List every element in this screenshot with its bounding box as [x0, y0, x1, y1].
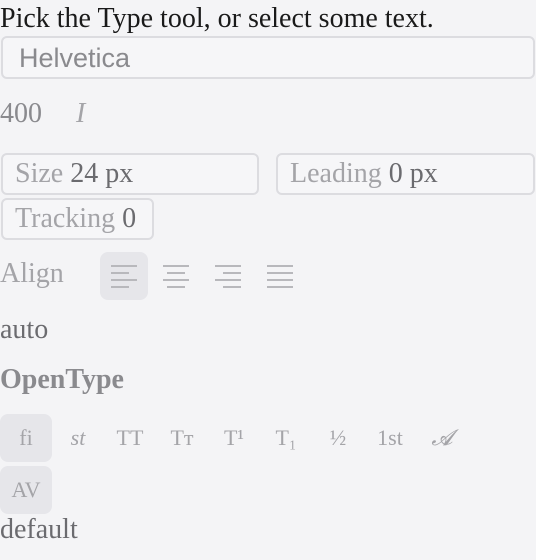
ordinals-button[interactable]: 1st	[364, 414, 416, 462]
tracking-label: Tracking	[15, 203, 116, 234]
align-label: Align	[0, 258, 64, 289]
size-label: Size	[15, 158, 64, 189]
align-justify-button[interactable]	[256, 252, 304, 300]
opentype-features-row2: AV	[0, 466, 52, 514]
align-left-icon	[111, 264, 137, 288]
small-caps-button[interactable]: Tт	[156, 414, 208, 462]
opentype-heading: OpenType	[0, 364, 124, 395]
swash-button[interactable]: 𝓐	[416, 414, 468, 462]
size-value[interactable]: 24 px	[70, 158, 133, 189]
align-center-icon	[163, 264, 189, 288]
fractions-button[interactable]: ½	[312, 414, 364, 462]
subscript-button[interactable]: T₁	[260, 414, 312, 462]
hyphenation-value[interactable]: auto	[0, 314, 48, 346]
leading-label: Leading	[290, 158, 382, 189]
font-family-field[interactable]: Helvetica	[1, 36, 535, 79]
tracking-value[interactable]: 0	[122, 203, 136, 234]
align-right-icon	[215, 264, 241, 288]
discretionary-ligatures-button[interactable]: st	[52, 414, 104, 462]
align-buttons	[100, 252, 304, 300]
all-caps-button[interactable]: TT	[104, 414, 156, 462]
tracking-field[interactable]: Tracking 0	[1, 198, 154, 240]
opentype-features-row1: fi st TT Tт T¹ T₁ ½ 1st 𝓐	[0, 414, 468, 462]
hint-text: Pick the Type tool, or select some text.	[0, 3, 434, 34]
superscript-button[interactable]: T¹	[208, 414, 260, 462]
italic-icon[interactable]: I	[76, 98, 85, 130]
ligatures-button[interactable]: fi	[0, 414, 52, 462]
align-center-button[interactable]	[152, 252, 200, 300]
leading-value[interactable]: 0 px	[389, 158, 438, 189]
align-right-button[interactable]	[204, 252, 252, 300]
align-left-button[interactable]	[100, 252, 148, 300]
align-justify-icon	[267, 264, 293, 288]
kerning-button[interactable]: AV	[0, 466, 52, 514]
size-field[interactable]: Size 24 px	[1, 153, 259, 195]
font-weight-value[interactable]: 400	[0, 98, 42, 130]
leading-field[interactable]: Leading 0 px	[276, 153, 535, 195]
opentype-value[interactable]: default	[0, 514, 78, 546]
